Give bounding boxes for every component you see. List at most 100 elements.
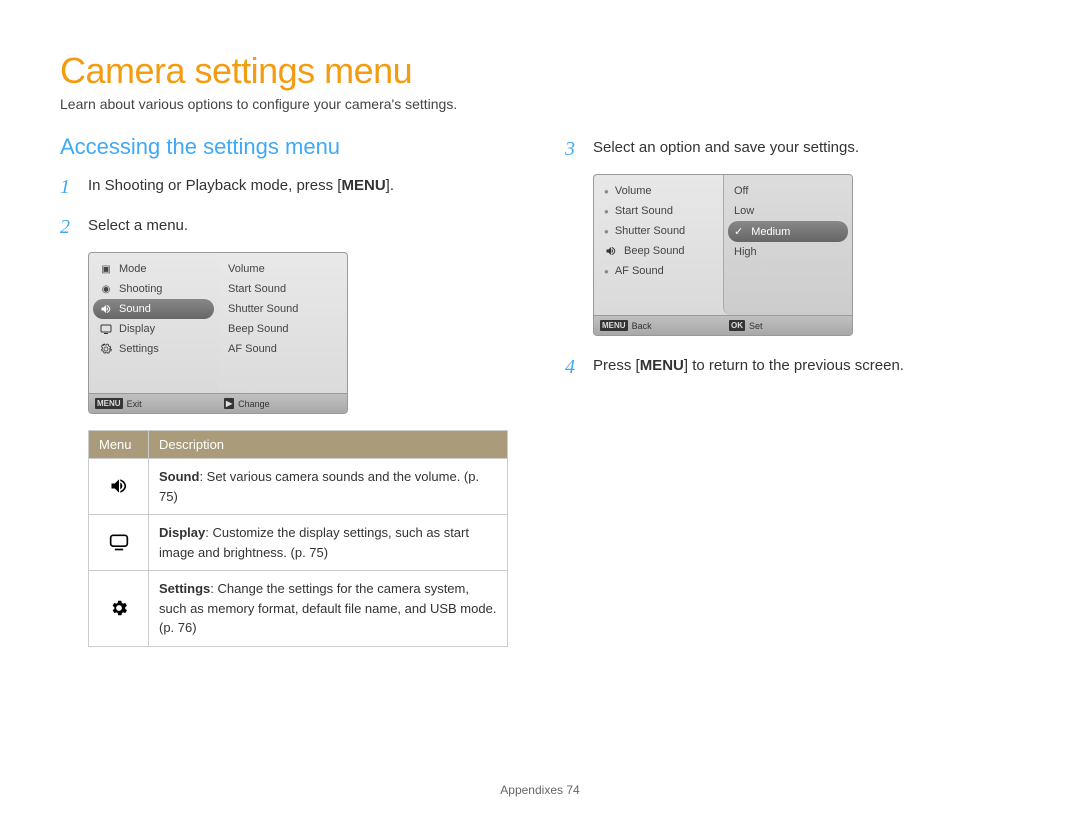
- camera-screen-options: ● Volume ● Start Sound ● Shutter Sound Beep…: [593, 174, 853, 336]
- cam-item-settings: Settings: [93, 339, 214, 359]
- step-3: 3 Select an option and save your setting…: [565, 134, 1020, 164]
- cam-item-label: Beep Sound: [228, 323, 289, 335]
- th-menu: Menu: [89, 431, 149, 459]
- cam-item-label: Shutter Sound: [228, 303, 298, 315]
- gear-icon: [99, 343, 113, 355]
- menu-key: MENU: [341, 177, 385, 194]
- cam-footer: MENU Back OK Set: [594, 315, 852, 335]
- cam-right-panel: Off Low Medium High: [723, 175, 852, 315]
- footer-label: Exit: [127, 399, 142, 409]
- footer-btn-play: ▶: [224, 398, 234, 409]
- mode-icon: ▣: [99, 263, 113, 275]
- bullet-icon: ●: [604, 267, 609, 276]
- menu-description-table: Menu Description Sound: Set various came…: [88, 430, 508, 647]
- footer-btn-ok: OK: [729, 320, 745, 331]
- menu-key: MENU: [640, 357, 684, 374]
- option-high: High: [728, 242, 848, 262]
- footer-section: Appendixes: [500, 783, 563, 797]
- cam-subitem: Start Sound: [222, 279, 343, 299]
- cam-footer: MENUExit ▶Change: [89, 393, 347, 413]
- step-1: 1 In Shooting or Playback mode, press [M…: [60, 172, 515, 202]
- row-body: : Customize the display settings, such a…: [159, 525, 469, 560]
- cam-item: ● AF Sound: [598, 261, 719, 281]
- cam-item: ● Start Sound: [598, 201, 719, 221]
- sound-icon: [89, 459, 149, 515]
- table-row: Settings: Change the settings for the ca…: [89, 571, 508, 647]
- table-row: Sound: Set various camera sounds and the…: [89, 459, 508, 515]
- gear-icon: [89, 571, 149, 647]
- step-2: 2 Select a menu.: [60, 212, 515, 242]
- cam-item-mode: ▣ Mode: [93, 259, 214, 279]
- cam-item-label: Volume: [615, 185, 652, 197]
- option-off: Off: [728, 181, 848, 201]
- cam-item: Beep Sound: [598, 241, 719, 261]
- bullet-icon: ●: [604, 227, 609, 236]
- cam-item-label: AF Sound: [615, 265, 664, 277]
- row-title: Sound: [159, 469, 199, 484]
- cam-item-label: Shooting: [119, 283, 162, 295]
- row-body: : Change the settings for the camera sys…: [159, 581, 496, 635]
- footer-label: Set: [749, 321, 763, 331]
- sound-icon: [604, 245, 618, 257]
- step-number: 4: [565, 352, 583, 382]
- cam-item-label: Mode: [119, 263, 147, 275]
- desc-cell: Settings: Change the settings for the ca…: [149, 571, 508, 647]
- footer-btn-menu: MENU: [600, 320, 628, 331]
- step-text: Select a menu.: [88, 212, 515, 242]
- step-text: Press [MENU] to return to the previous s…: [593, 352, 1020, 382]
- cam-item-label: Shutter Sound: [615, 225, 685, 237]
- cam-item-label: Sound: [119, 303, 151, 315]
- step-text: In Shooting or Playback mode, press [MEN…: [88, 172, 515, 202]
- step-text-pre: In Shooting or Playback mode, press [: [88, 177, 341, 194]
- cam-item: ● Shutter Sound: [598, 221, 719, 241]
- camera-icon: ◉: [99, 283, 113, 295]
- left-column: Accessing the settings menu 1 In Shootin…: [60, 134, 515, 647]
- page-footer: Appendixes 74: [0, 783, 1080, 797]
- footer-page-number: 74: [566, 783, 579, 797]
- step-text-post: ] to return to the previous screen.: [684, 357, 904, 374]
- row-title: Display: [159, 525, 205, 540]
- cam-item-label: Medium: [751, 226, 790, 238]
- sound-icon: [99, 303, 113, 315]
- cam-item: ● Volume: [598, 181, 719, 201]
- footer-label: Change: [238, 399, 270, 409]
- cam-item-display: Display: [93, 319, 214, 339]
- cam-left-panel: ● Volume ● Start Sound ● Shutter Sound Beep…: [594, 175, 723, 315]
- step-4: 4 Press [MENU] to return to the previous…: [565, 352, 1020, 382]
- table-row: Display: Customize the display settings,…: [89, 515, 508, 571]
- cam-right-panel: Volume Start Sound Shutter Sound Beep So…: [218, 253, 347, 393]
- footer-label: Back: [632, 321, 652, 331]
- cam-item-label: Off: [734, 185, 748, 197]
- right-column: 3 Select an option and save your setting…: [565, 134, 1020, 647]
- row-title: Settings: [159, 581, 210, 596]
- cam-item-label: Start Sound: [228, 283, 286, 295]
- cam-item-label: Settings: [119, 343, 159, 355]
- cam-item-label: High: [734, 246, 757, 258]
- step-number: 2: [60, 212, 78, 242]
- cam-subitem: Shutter Sound: [222, 299, 343, 319]
- row-body: : Set various camera sounds and the volu…: [159, 469, 479, 504]
- page-title: Camera settings menu: [60, 50, 1020, 92]
- step-text: Select an option and save your settings.: [593, 134, 1020, 164]
- step-number: 3: [565, 134, 583, 164]
- bullet-icon: ●: [604, 187, 609, 196]
- desc-cell: Display: Customize the display settings,…: [149, 515, 508, 571]
- cam-subitem: AF Sound: [222, 339, 343, 359]
- option-medium-selected: Medium: [728, 221, 848, 242]
- desc-cell: Sound: Set various camera sounds and the…: [149, 459, 508, 515]
- bullet-icon: ●: [604, 207, 609, 216]
- cam-item-label: Start Sound: [615, 205, 673, 217]
- step-number: 1: [60, 172, 78, 202]
- cam-item-label: Beep Sound: [624, 245, 685, 257]
- cam-subitem: Beep Sound: [222, 319, 343, 339]
- cam-item-label: Low: [734, 205, 754, 217]
- cam-item-label: AF Sound: [228, 343, 277, 355]
- page-subtitle: Learn about various options to configure…: [60, 96, 1020, 112]
- section-heading: Accessing the settings menu: [60, 134, 515, 160]
- cam-item-label: Volume: [228, 263, 265, 275]
- display-icon: [99, 323, 113, 335]
- option-low: Low: [728, 201, 848, 221]
- display-icon: [89, 515, 149, 571]
- cam-left-panel: ▣ Mode ◉ Shooting Sound Display Settings: [89, 253, 218, 393]
- cam-item-label: Display: [119, 323, 155, 335]
